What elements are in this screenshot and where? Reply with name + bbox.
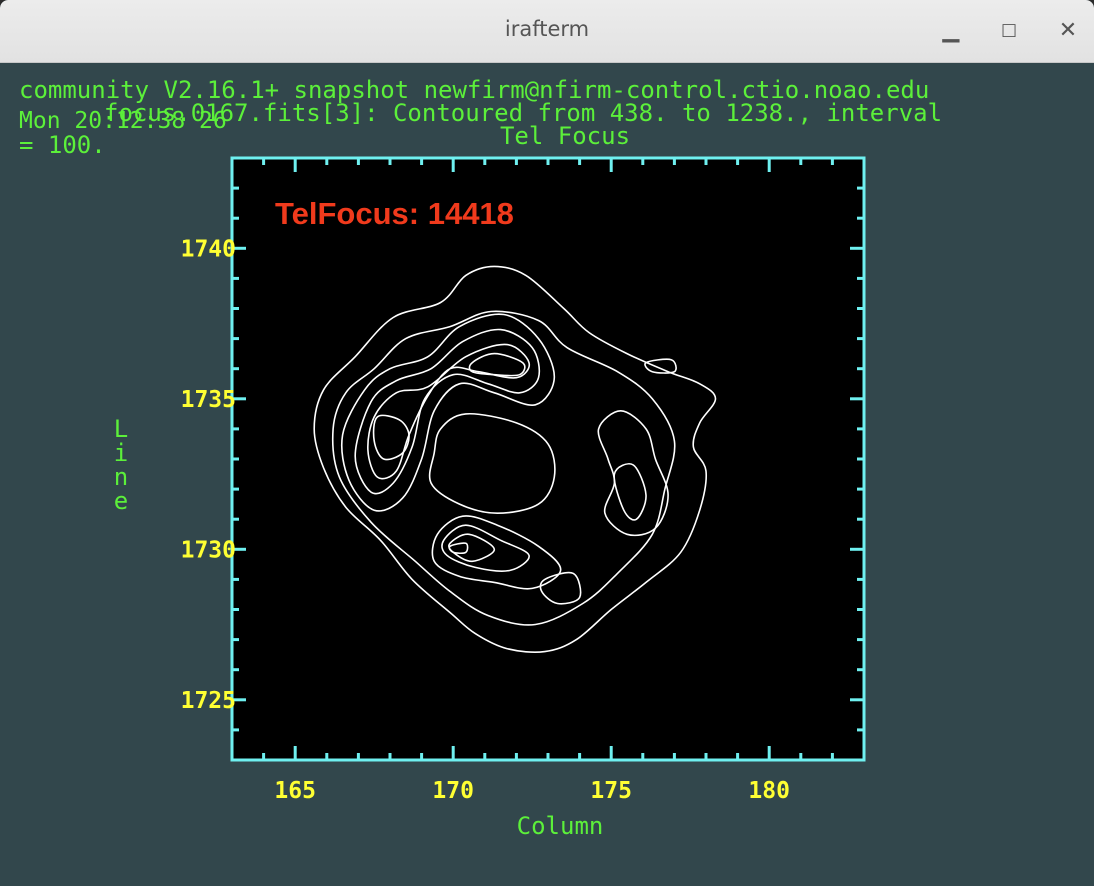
window-title: irafterm (504, 17, 590, 41)
x-axis-label: Column (517, 812, 604, 840)
irafterm-window: irafterm ▁ □ ✕ community V2.16.1+ snapsh… (0, 0, 1094, 886)
plot-title: Tel Focus (500, 122, 630, 150)
x-tick-label: 175 (590, 778, 632, 804)
y-axis-label-char: e (114, 487, 128, 515)
maximize-icon[interactable]: □ (991, 12, 1027, 48)
y-tick-label: 1740 (181, 236, 236, 262)
plot-frame (230, 156, 866, 762)
telfocus-annotation: TelFocus: 14418 (275, 196, 514, 231)
y-tick-labels: 1740 1735 1730 1725 (181, 236, 236, 714)
contour-plot: Tel Focus 1740173517301725 165 170 175 180 … (114, 122, 866, 840)
x-tick-label: 180 (748, 778, 790, 804)
x-tick-label: 170 (432, 778, 474, 804)
x-tick-label: 165 (274, 778, 316, 804)
y-tick-label: 1725 (181, 688, 236, 714)
minimize-icon[interactable]: ▁ (933, 12, 969, 48)
y-tick-label: 1735 (181, 387, 236, 413)
y-tick-label: 1730 (181, 537, 236, 563)
close-icon[interactable]: ✕ (1050, 12, 1086, 48)
title-bar[interactable]: irafterm ▁ □ ✕ (0, 0, 1094, 63)
y-axis-label: Line (114, 415, 128, 515)
x-tick-labels: 165 170 175 180 (274, 778, 790, 804)
